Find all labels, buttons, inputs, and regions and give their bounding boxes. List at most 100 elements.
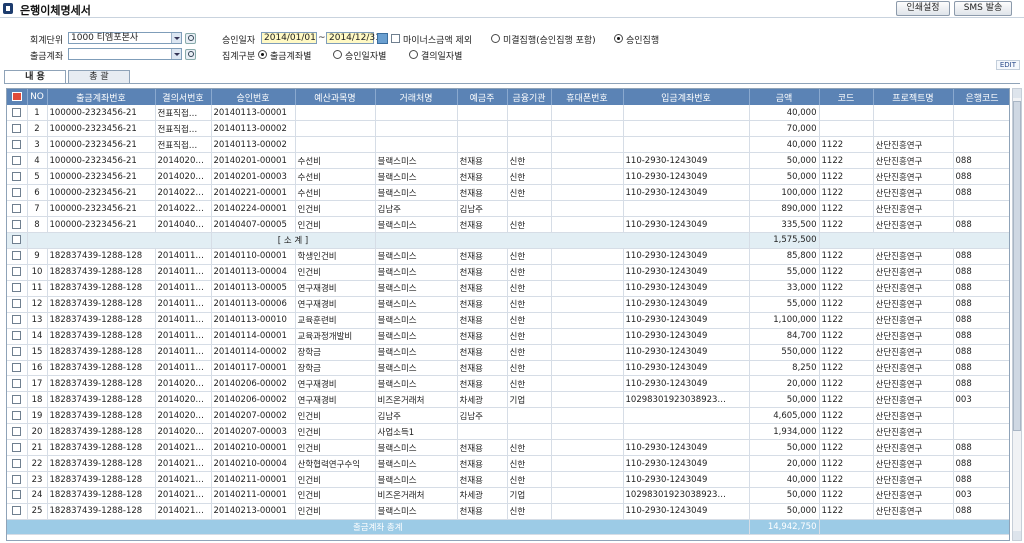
- row-checkbox-cell[interactable]: [7, 439, 28, 457]
- cell-appr[interactable]: 20140224-00001: [211, 200, 296, 218]
- table-row[interactable]: 8 100000-2323456-21 20140407-8 20140407-000…: [7, 216, 1009, 233]
- cell-bank[interactable]: [507, 136, 552, 154]
- cell-no[interactable]: 12: [27, 296, 48, 313]
- cell-phone[interactable]: [551, 168, 624, 186]
- cell-vendor[interactable]: 블랙스미스: [375, 152, 458, 170]
- cell-doc[interactable]: 20140213-1: [155, 503, 212, 520]
- cell-item[interactable]: 교육과정개발비: [295, 328, 376, 345]
- row-checkbox-cell[interactable]: [7, 120, 28, 138]
- cell-no[interactable]: 1: [27, 105, 48, 122]
- cell-bankcode[interactable]: 088: [953, 360, 1009, 377]
- cell-no[interactable]: 13: [27, 312, 48, 329]
- cell-inacct[interactable]: 110-2930-1243049: [623, 503, 750, 520]
- cell-appr[interactable]: 20140201-00001: [211, 152, 296, 170]
- vertical-scrollbar[interactable]: [1012, 88, 1022, 541]
- col-header-doc-no[interactable]: 결의서번호: [155, 89, 212, 105]
- cell-code[interactable]: [819, 120, 874, 138]
- cell-no[interactable]: 2: [27, 120, 48, 138]
- cell-bankcode[interactable]: 088: [953, 471, 1009, 488]
- cell-inacct[interactable]: 110-2930-1243049: [623, 248, 750, 265]
- row-checkbox[interactable]: [12, 331, 22, 341]
- cell-holder[interactable]: [457, 423, 508, 441]
- row-checkbox[interactable]: [12, 203, 22, 213]
- radio-approved[interactable]: [614, 34, 623, 43]
- radio-by-approval-date[interactable]: [333, 50, 342, 59]
- cell-appr[interactable]: 20140114-00001: [211, 328, 296, 345]
- cell-inacct[interactable]: [623, 200, 750, 218]
- cell-holder[interactable]: 천재용: [457, 248, 508, 265]
- cell-bank[interactable]: [507, 105, 552, 122]
- cell-holder[interactable]: 차세광: [457, 487, 508, 504]
- cell-amount[interactable]: 40,000: [749, 105, 820, 122]
- row-checkbox-cell[interactable]: [7, 328, 28, 345]
- cell-bank[interactable]: 신한: [507, 296, 552, 313]
- cell-appr[interactable]: 20140210-00004: [211, 455, 296, 473]
- cell-doc[interactable]: 전표직접…: [155, 136, 212, 154]
- tab-content[interactable]: 내 용: [4, 70, 66, 84]
- cell-item[interactable]: 연구재경비: [295, 375, 376, 393]
- cell-bank[interactable]: 신한: [507, 328, 552, 345]
- cell-acct[interactable]: 100000-2323456-21: [47, 216, 156, 233]
- cell-project[interactable]: 산단진흥연구: [873, 184, 954, 202]
- col-header-code[interactable]: 코드: [819, 89, 874, 105]
- cell-acct[interactable]: 100000-2323456-21: [47, 200, 156, 218]
- table-row[interactable]: 1 100000-2323456-21 전표직접… 20140113-00001 40,…: [7, 105, 1009, 122]
- cell-amount[interactable]: 40,000: [749, 136, 820, 154]
- scroll-thumb[interactable]: [1013, 101, 1021, 431]
- cell-doc[interactable]: 20140113-5: [155, 296, 212, 313]
- radio-unexecuted[interactable]: [491, 34, 500, 43]
- row-checkbox[interactable]: [12, 410, 22, 420]
- cell-bankcode[interactable]: 003: [953, 487, 1009, 504]
- table-row[interactable]: 6 100000-2323456-21 20140221-3 20140221-000…: [7, 184, 1009, 202]
- cell-appr[interactable]: 20140213-00001: [211, 503, 296, 520]
- cell-vendor[interactable]: 블랙스미스: [375, 280, 458, 297]
- cell-project[interactable]: 산단진흥연구: [873, 136, 954, 154]
- cell-amount[interactable]: 70,000: [749, 120, 820, 138]
- cell-bank[interactable]: 신한: [507, 471, 552, 488]
- cell-inacct[interactable]: 110-2930-1243049: [623, 168, 750, 186]
- cell-holder[interactable]: [457, 105, 508, 122]
- cell-doc[interactable]: 20140201-1: [155, 152, 212, 170]
- cell-code[interactable]: 1122: [819, 375, 874, 393]
- cell-vendor[interactable]: 블랙스미스: [375, 375, 458, 393]
- cell-acct[interactable]: 100000-2323456-21: [47, 168, 156, 186]
- chevron-down-icon[interactable]: [171, 49, 181, 59]
- cell-doc[interactable]: 20140207-3: [155, 423, 212, 441]
- cell-holder[interactable]: 천재용: [457, 344, 508, 361]
- cell-code[interactable]: 1122: [819, 487, 874, 504]
- cell-item[interactable]: [295, 136, 376, 154]
- cell-phone[interactable]: [551, 264, 624, 281]
- unit-select[interactable]: 1000 티엠포본사: [68, 32, 182, 44]
- cell-holder[interactable]: 천재용: [457, 152, 508, 170]
- cell-phone[interactable]: [551, 296, 624, 313]
- cell-vendor[interactable]: 블랙스미스: [375, 344, 458, 361]
- row-checkbox[interactable]: [12, 362, 22, 372]
- cell-holder[interactable]: 천재용: [457, 503, 508, 520]
- row-checkbox-cell[interactable]: [7, 248, 28, 265]
- table-row[interactable]: 18 182837439-1288-128 20140206-2 20140206-0…: [7, 391, 1009, 409]
- col-header-approval-no[interactable]: 승인번호: [211, 89, 296, 105]
- cell-appr[interactable]: 20140211-00001: [211, 471, 296, 488]
- cell-code[interactable]: 1122: [819, 296, 874, 313]
- row-checkbox-cell[interactable]: [7, 503, 28, 520]
- row-checkbox[interactable]: [12, 187, 22, 197]
- cell-bankcode[interactable]: 088: [953, 503, 1009, 520]
- cell-doc[interactable]: 20140211-1: [155, 487, 212, 504]
- cell-inacct[interactable]: 10298301923038923…: [623, 391, 750, 409]
- cell-doc[interactable]: 20140210-4: [155, 455, 212, 473]
- cell-no[interactable]: 7: [27, 200, 48, 218]
- cell-code[interactable]: 1122: [819, 391, 874, 409]
- cell-bankcode[interactable]: 088: [953, 455, 1009, 473]
- cell-project[interactable]: 산단진흥연구: [873, 328, 954, 345]
- col-header-holder[interactable]: 예금주: [457, 89, 508, 105]
- cell-holder[interactable]: [457, 120, 508, 138]
- cell-inacct[interactable]: 110-2930-1243049: [623, 328, 750, 345]
- table-row[interactable]: 9 182837439-1288-128 20140110-1 20140110-00…: [7, 248, 1009, 265]
- cell-bank[interactable]: 신한: [507, 264, 552, 281]
- cell-inacct[interactable]: 110-2930-1243049: [623, 152, 750, 170]
- cell-project[interactable]: 산단진흥연구: [873, 375, 954, 393]
- cell-phone[interactable]: [551, 471, 624, 488]
- cell-bank[interactable]: 신한: [507, 439, 552, 457]
- print-settings-button[interactable]: 인쇄설정: [896, 1, 950, 16]
- cell-acct[interactable]: 182837439-1288-128: [47, 360, 156, 377]
